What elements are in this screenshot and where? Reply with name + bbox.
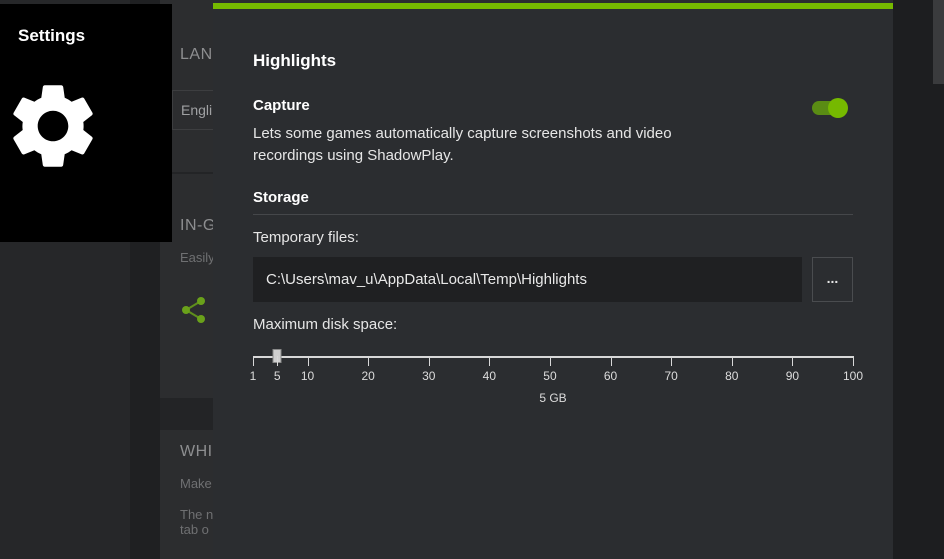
share-icon[interactable] [181, 296, 209, 324]
slider-tick [549, 356, 551, 366]
whisper-note-line1: The n [180, 507, 214, 522]
slider-tick-label: 40 [482, 369, 497, 383]
slider-tick-label: 80 [725, 369, 739, 383]
temp-files-label: Temporary files: [253, 229, 359, 246]
slider-tick [610, 356, 612, 366]
dialog-accent-bar [213, 3, 893, 9]
slider-tick-label: 70 [664, 369, 678, 383]
temp-files-path-input[interactable] [253, 257, 802, 302]
ingame-heading: IN-G [180, 217, 216, 234]
slider-tick [253, 356, 254, 366]
slider-tick-label: 1 [249, 369, 257, 383]
capture-description: Lets some games automatically capture sc… [253, 125, 672, 164]
dialog-title: Highlights [253, 51, 337, 70]
slider-tick [853, 356, 854, 366]
slider-tick-label: 60 [603, 369, 618, 383]
whisper-note-line2: tab o [180, 522, 209, 537]
storage-divider [253, 214, 853, 215]
whisper-description: Make [180, 476, 212, 491]
slider-value-label: 5 GB [539, 391, 567, 405]
ingame-description: Easily [180, 250, 215, 265]
background-scrollbar[interactable] [933, 0, 944, 84]
slider-tick [489, 356, 491, 366]
settings-header: Settings [0, 4, 172, 242]
capture-title: Capture [253, 97, 310, 114]
whisper-heading: WHI [180, 443, 213, 460]
slider-tick-label: 5 [273, 369, 281, 383]
browse-button[interactable]: ... [812, 257, 853, 302]
max-disk-space-slider[interactable]: 5 GB 1 5 10 20 30 40 50 60 70 80 90 100 [249, 346, 863, 406]
slider-tick-label: 100 [842, 369, 864, 383]
slider-track[interactable] [253, 356, 853, 358]
capture-toggle[interactable] [812, 98, 848, 118]
slider-tick [428, 356, 430, 366]
slider-tick [671, 356, 673, 366]
slider-tick-label: 90 [785, 369, 800, 383]
slider-tick [307, 356, 309, 366]
slider-tick-label: 50 [543, 369, 557, 383]
highlights-dialog: Highlights Capture Lets some games autom… [213, 0, 893, 559]
slider-tick [792, 356, 794, 366]
slider-tick [731, 356, 733, 366]
slider-tick-label: 20 [361, 369, 375, 383]
capture-toggle-knob [828, 98, 848, 118]
language-heading: LAN [180, 46, 213, 63]
gear-icon [13, 85, 93, 167]
slider-tick-label: 30 [422, 369, 436, 383]
slider-tick [368, 356, 370, 366]
storage-title: Storage [253, 189, 309, 206]
language-value: Engli [181, 102, 213, 118]
slider-tick-label: 10 [300, 369, 315, 383]
settings-title: Settings [18, 26, 86, 45]
max-disk-space-label: Maximum disk space: [253, 316, 398, 333]
slider-tick [277, 356, 279, 366]
